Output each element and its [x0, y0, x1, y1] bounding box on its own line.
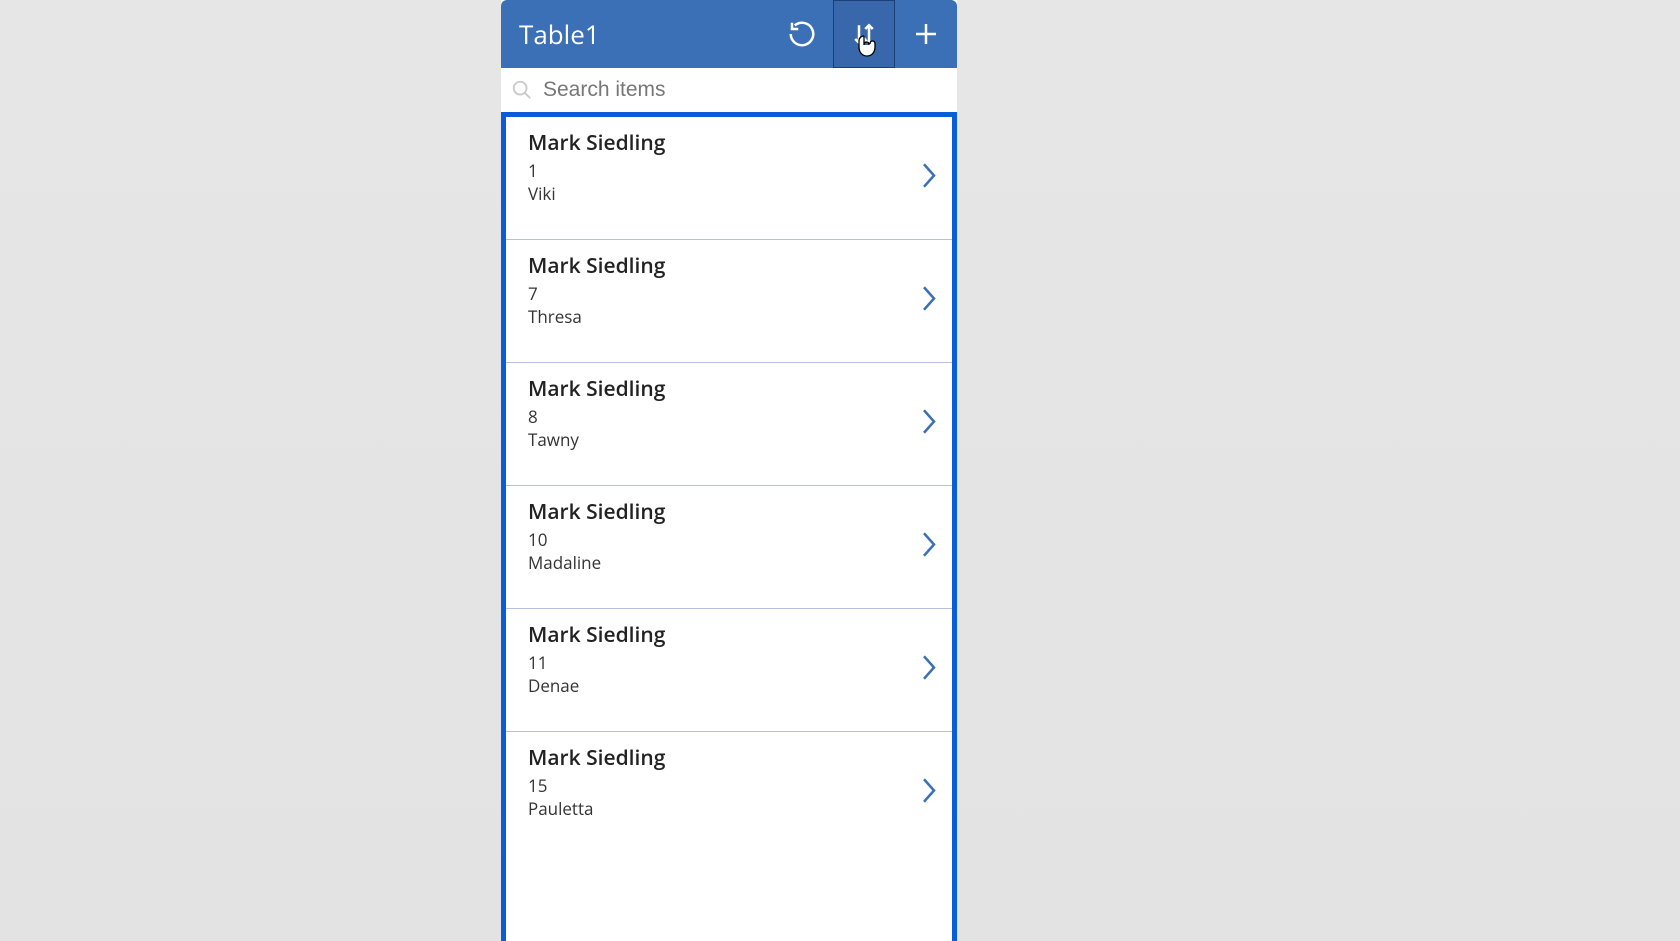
list-item[interactable]: Mark Siedling 11 Denae [506, 609, 952, 732]
item-subtitle-2: Viki [528, 182, 934, 205]
chevron-right-icon [920, 161, 938, 191]
item-subtitle-1: 7 [528, 282, 934, 305]
add-button[interactable] [895, 0, 957, 68]
header-actions [771, 0, 957, 68]
search-bar [501, 68, 957, 112]
item-subtitle-1: 1 [528, 159, 934, 182]
item-title: Mark Siedling [528, 498, 934, 526]
item-subtitle-1: 8 [528, 405, 934, 428]
item-subtitle-1: 15 [528, 774, 934, 797]
sort-button[interactable] [833, 0, 895, 68]
item-title: Mark Siedling [528, 375, 934, 403]
list-item[interactable]: Mark Siedling 1 Viki [506, 117, 952, 240]
item-title: Mark Siedling [528, 744, 934, 772]
open-item-button[interactable] [920, 407, 938, 442]
item-title: Mark Siedling [528, 252, 934, 280]
refresh-icon [787, 19, 817, 49]
chevron-right-icon [920, 653, 938, 683]
chevron-right-icon [920, 284, 938, 314]
screen-title: Table1 [501, 16, 771, 52]
plus-icon [911, 19, 941, 49]
list-item[interactable]: Mark Siedling 10 Madaline [506, 486, 952, 609]
item-subtitle-2: Thresa [528, 305, 934, 328]
item-title: Mark Siedling [528, 621, 934, 649]
list-item[interactable]: Mark Siedling 8 Tawny [506, 363, 952, 486]
item-subtitle-2: Tawny [528, 428, 934, 451]
item-subtitle-1: 11 [528, 651, 934, 674]
search-icon [511, 79, 533, 101]
list-item[interactable]: Mark Siedling 7 Thresa [506, 240, 952, 363]
refresh-button[interactable] [771, 0, 833, 68]
sort-icon [849, 19, 879, 49]
search-input[interactable] [541, 77, 947, 103]
item-title: Mark Siedling [528, 129, 934, 157]
open-item-button[interactable] [920, 284, 938, 319]
item-subtitle-2: Pauletta [528, 797, 934, 820]
canvas-background: Table1 [0, 0, 1680, 941]
item-subtitle-1: 10 [528, 528, 934, 551]
app-phone-frame: Table1 [501, 0, 957, 941]
list-item[interactable]: Mark Siedling 15 Pauletta [506, 732, 952, 854]
chevron-right-icon [920, 530, 938, 560]
open-item-button[interactable] [920, 776, 938, 811]
item-subtitle-2: Madaline [528, 551, 934, 574]
open-item-button[interactable] [920, 161, 938, 196]
open-item-button[interactable] [920, 530, 938, 565]
chevron-right-icon [920, 776, 938, 806]
chevron-right-icon [920, 407, 938, 437]
app-header: Table1 [501, 0, 957, 68]
open-item-button[interactable] [920, 653, 938, 688]
item-subtitle-2: Denae [528, 674, 934, 697]
browse-gallery[interactable]: Mark Siedling 1 Viki Mark Siedling 7 Thr… [501, 112, 957, 941]
